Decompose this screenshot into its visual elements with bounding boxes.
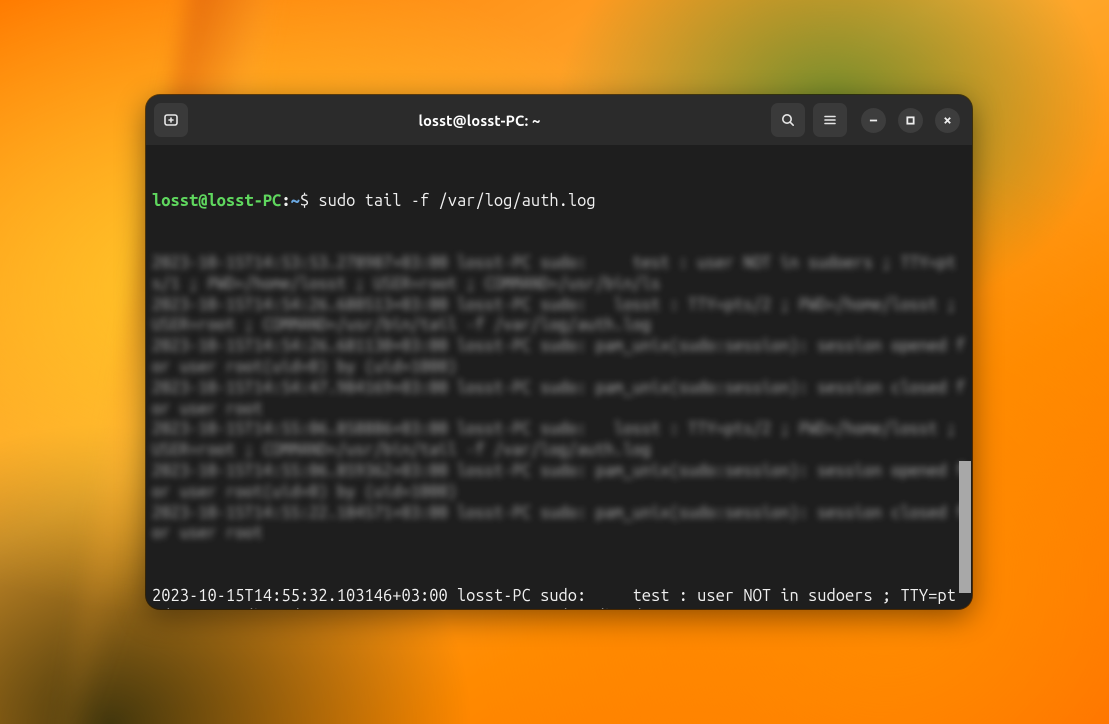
close-button[interactable] — [935, 108, 960, 133]
prompt-command: sudo tail -f /var/log/auth.log — [318, 192, 595, 210]
search-icon — [780, 112, 796, 128]
titlebar[interactable]: losst@losst-PC: ~ — [146, 95, 972, 145]
scrollbar[interactable] — [959, 145, 971, 609]
prompt-colon: : — [281, 192, 290, 210]
prompt-dollar: $ — [300, 192, 318, 210]
log-output-blurred-top: 2023-10-15T14:53:53.278987+03:00 losst-P… — [152, 253, 968, 544]
terminal-body[interactable]: losst@losst-PC:~$ sudo tail -f /var/log/… — [146, 145, 972, 609]
window-controls — [861, 108, 960, 133]
search-button[interactable] — [771, 103, 805, 137]
terminal-window: losst@losst-PC: ~ losst@losst-PC:~$ sudo… — [146, 95, 972, 609]
log-output-highlighted: 2023-10-15T14:55:32.103146+03:00 losst-P… — [152, 586, 968, 609]
minimize-icon — [869, 116, 878, 125]
new-tab-icon — [163, 112, 179, 128]
prompt-path: ~ — [291, 192, 300, 210]
menu-button[interactable] — [813, 103, 847, 137]
prompt-user-host: losst@losst-PC — [152, 192, 281, 210]
hamburger-icon — [822, 112, 838, 128]
new-tab-button[interactable] — [154, 103, 188, 137]
prompt-line: losst@losst-PC:~$ sudo tail -f /var/log/… — [152, 191, 968, 212]
window-title: losst@losst-PC: ~ — [196, 112, 763, 129]
maximize-button[interactable] — [898, 108, 923, 133]
close-icon — [943, 116, 952, 125]
scroll-thumb[interactable] — [959, 461, 971, 593]
maximize-icon — [906, 116, 915, 125]
minimize-button[interactable] — [861, 108, 886, 133]
